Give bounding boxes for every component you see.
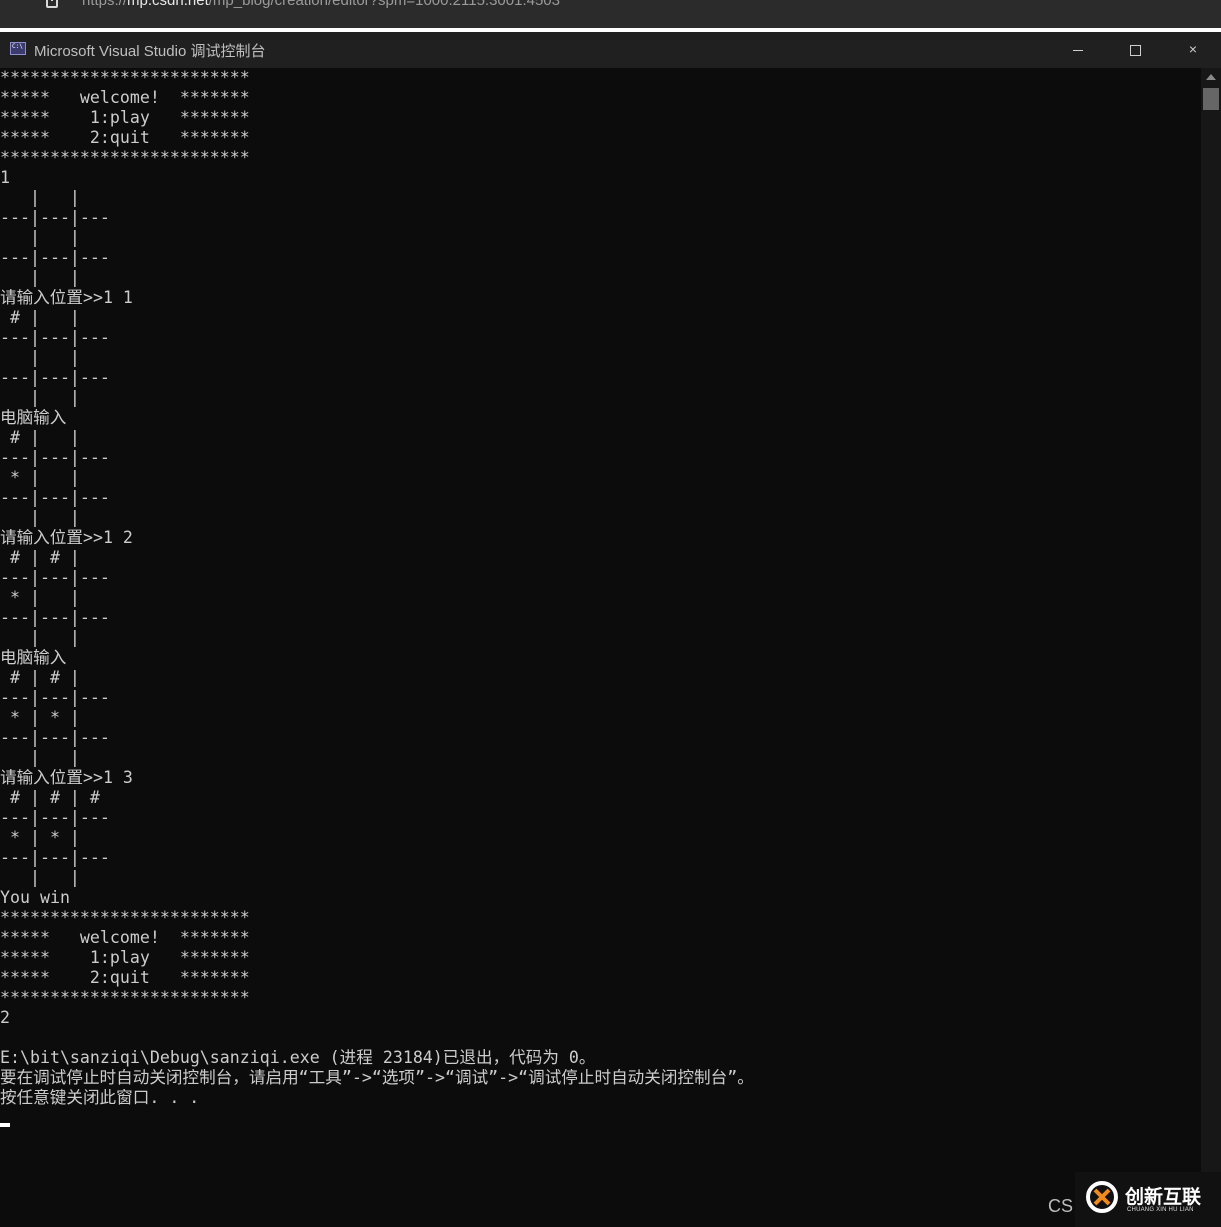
browser-address-bar[interactable]: https://mp.csdn.net/mp_blog/creation/edi…: [0, 0, 1221, 32]
console-line: ---|---|---: [0, 808, 110, 827]
scrollbar-thumb[interactable]: [1203, 88, 1219, 110]
console-line: # | |: [0, 308, 80, 327]
console-line: ---|---|---: [0, 688, 110, 707]
console-line: E:\bit\sanziqi\Debug\sanziqi.exe (进程 231…: [0, 1048, 596, 1067]
maximize-button[interactable]: [1107, 32, 1163, 68]
console-line: ---|---|---: [0, 728, 110, 747]
console-line: 按任意键关闭此窗口. . .: [0, 1088, 200, 1107]
console-line: # | |: [0, 428, 80, 447]
vertical-scrollbar[interactable]: [1201, 68, 1221, 1227]
console-line: | |: [0, 868, 80, 887]
close-icon: ×: [1188, 41, 1198, 57]
console-line: 2: [0, 1008, 10, 1027]
console-line: ***** 2:quit *******: [0, 968, 250, 987]
maximize-icon: [1129, 44, 1141, 56]
close-button[interactable]: ×: [1165, 32, 1221, 68]
console-line: 电脑输入: [0, 408, 67, 427]
window-titlebar[interactable]: Microsoft Visual Studio 调试控制台 ×: [0, 32, 1221, 68]
console-line: * | |: [0, 588, 80, 607]
console-line: 请输入位置>>1 1: [0, 288, 133, 307]
watermark-partial-text: CS: [1048, 1196, 1074, 1216]
console-line: | |: [0, 628, 80, 647]
console-line: 要在调试停止时自动关闭控制台，请启用“工具”->“选项”->“调试”->“调试停…: [0, 1068, 754, 1087]
console-line: | |: [0, 268, 80, 287]
console-line: ---|---|---: [0, 848, 110, 867]
brand-logo-icon: [1086, 1181, 1118, 1213]
console-line: | |: [0, 508, 80, 527]
console-line: ***** 1:play *******: [0, 108, 250, 127]
console-line: *************************: [0, 148, 250, 167]
text-cursor: [0, 1123, 10, 1127]
console-line: # | # | #: [0, 788, 100, 807]
scroll-up-arrow-icon[interactable]: [1206, 74, 1216, 80]
console-line: | |: [0, 228, 80, 247]
url-path: /mp_blog/creation/editor?spm=1000.2115.3…: [208, 0, 560, 9]
url-prefix: https://: [82, 0, 128, 9]
console-line: * | * |: [0, 708, 80, 727]
console-line: 请输入位置>>1 3: [0, 768, 133, 787]
console-line: ***** 1:play *******: [0, 948, 250, 967]
console-line: ***** welcome! *******: [0, 928, 250, 947]
console-line: *************************: [0, 908, 250, 927]
console-line: 1: [0, 168, 10, 187]
console-line: ***** 2:quit *******: [0, 128, 250, 147]
console-line: *************************: [0, 988, 250, 1007]
console-line: ---|---|---: [0, 608, 110, 627]
console-line: ---|---|---: [0, 488, 110, 507]
window-title: Microsoft Visual Studio 调试控制台: [34, 43, 266, 60]
console-line: ---|---|---: [0, 448, 110, 467]
page-info-icon[interactable]: [46, 0, 58, 8]
console-line: 电脑输入: [0, 648, 67, 667]
minimize-icon: [1073, 49, 1083, 51]
console-line: # | # |: [0, 668, 80, 687]
console-line: * | * |: [0, 828, 80, 847]
console-output[interactable]: ************************* ***** welcome! …: [0, 68, 1201, 1227]
url-host: mp.csdn.net: [127, 0, 209, 9]
console-line: You win: [0, 888, 70, 907]
url-text[interactable]: https://mp.csdn.net/mp_blog/creation/edi…: [82, 0, 560, 9]
console-line: ---|---|---: [0, 248, 110, 267]
brand-subtitle: CHUANG XIN HU LIAN: [1127, 1207, 1194, 1213]
minimize-button[interactable]: [1050, 32, 1106, 68]
console-line: ---|---|---: [0, 208, 110, 227]
console-line: | |: [0, 388, 80, 407]
watermark-logo: 创新互联 CHUANG XIN HU LIAN: [1075, 1172, 1221, 1227]
console-line: # | # |: [0, 548, 80, 567]
console-line: 请输入位置>>1 2: [0, 528, 133, 547]
console-line: | |: [0, 188, 80, 207]
console-line: | |: [0, 748, 80, 767]
console-line: | |: [0, 348, 80, 367]
console-line: ---|---|---: [0, 368, 110, 387]
brand-name: 创新互联: [1125, 1187, 1202, 1208]
console-line: ***** welcome! *******: [0, 88, 250, 107]
console-app-icon: [10, 42, 26, 55]
console-line: ---|---|---: [0, 568, 110, 587]
console-line: ---|---|---: [0, 328, 110, 347]
console-line: *************************: [0, 68, 250, 87]
console-line: * | |: [0, 468, 80, 487]
